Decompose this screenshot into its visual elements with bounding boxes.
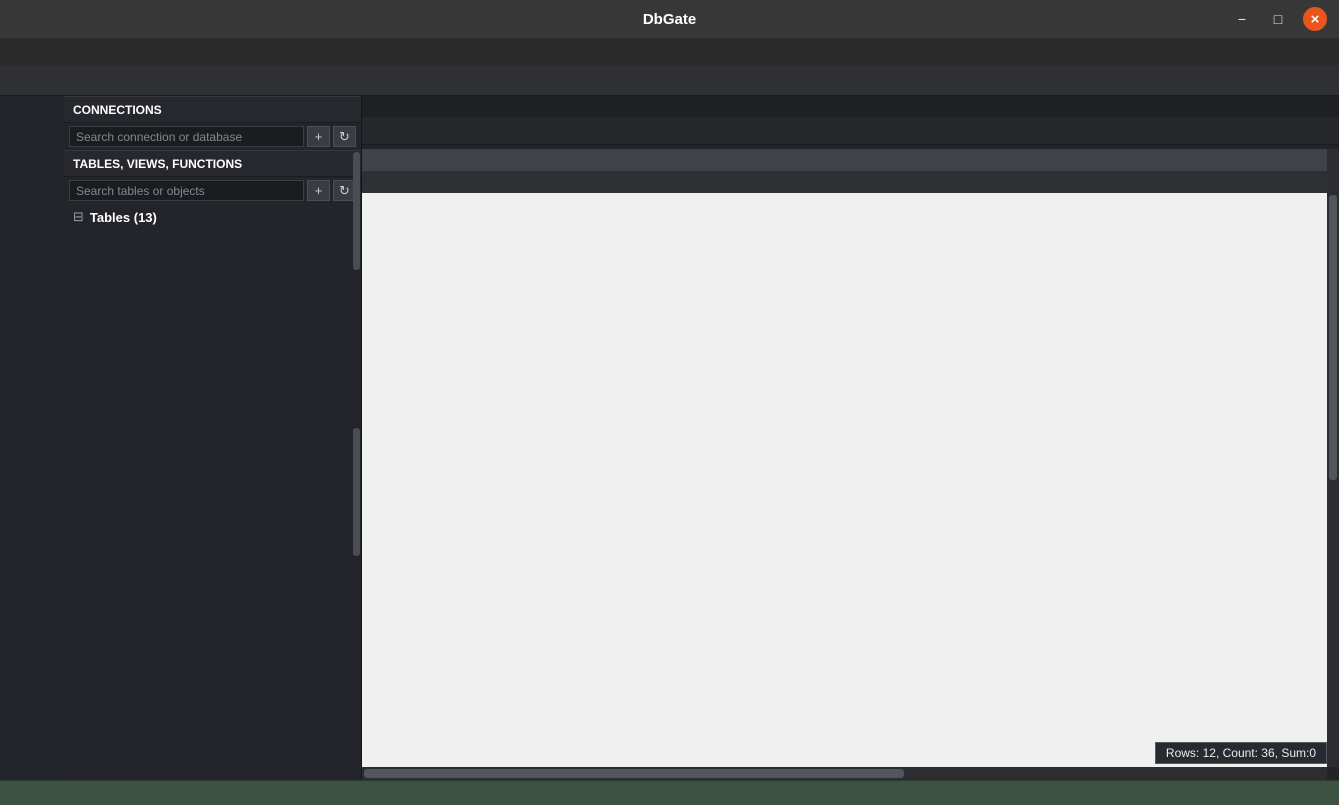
maximize-button[interactable]: □ [1267, 8, 1289, 30]
icon-sidebar [0, 96, 64, 780]
selection-stats-overlay: Rows: 12, Count: 36, Sum:0 [1155, 742, 1327, 764]
tables-search-row: + ↻ [64, 177, 361, 204]
connections-add-button[interactable]: + [307, 126, 330, 147]
tables-group-label: Tables (13) [90, 210, 157, 225]
tables-scrollbar[interactable] [353, 428, 360, 556]
window-title: DbGate [0, 11, 1339, 28]
horizontal-scrollbar[interactable] [362, 767, 1327, 780]
vertical-scrollbar-thumb[interactable] [1329, 195, 1337, 480]
menubar [0, 38, 1339, 66]
tables-add-button[interactable]: + [307, 180, 330, 201]
tables-group-row[interactable]: ⊟ Tables (13) [64, 204, 361, 230]
main-area: Rows: 12, Count: 36, Sum:0 [362, 96, 1339, 780]
grid-header-row [362, 149, 1339, 171]
file-tabs [362, 117, 1339, 145]
connections-search-row: + ↻ [64, 123, 361, 150]
tables-panel-header: TABLES, VIEWS, FUNCTIONS [64, 150, 361, 177]
horizontal-scrollbar-thumb[interactable] [364, 769, 904, 778]
database-tab-groups [362, 96, 1339, 117]
app-body: CONNECTIONS + ↻ TABLES, VIEWS, FUNCTIONS… [0, 96, 1339, 780]
close-button[interactable]: × [1303, 7, 1327, 31]
data-grid: Rows: 12, Count: 36, Sum:0 [362, 145, 1339, 780]
window-controls: − □ × [1231, 7, 1339, 31]
connections-search-input[interactable] [69, 126, 304, 147]
tables-search-input[interactable] [69, 180, 304, 201]
connections-scrollbar[interactable] [353, 152, 360, 270]
left-panel: CONNECTIONS + ↻ TABLES, VIEWS, FUNCTIONS… [64, 96, 362, 780]
tables-title: TABLES, VIEWS, FUNCTIONS [73, 157, 242, 171]
grid-filter-row [362, 171, 1339, 193]
vertical-scrollbar[interactable] [1327, 149, 1339, 767]
collapse-icon: ⊟ [73, 209, 84, 225]
toolbar [0, 66, 1339, 96]
statusbar [0, 780, 1339, 805]
connections-refresh-button[interactable]: ↻ [333, 126, 356, 147]
grid-body: Rows: 12, Count: 36, Sum:0 [362, 193, 1339, 767]
dbgate-window: DbGate − □ × CONNECTIONS + ↻ TABLES, VIE… [0, 0, 1339, 805]
minimize-button[interactable]: − [1231, 8, 1253, 30]
tables-list [64, 230, 361, 780]
connections-panel-header: CONNECTIONS [64, 96, 361, 123]
titlebar: DbGate − □ × [0, 0, 1339, 38]
connections-title: CONNECTIONS [73, 103, 162, 117]
